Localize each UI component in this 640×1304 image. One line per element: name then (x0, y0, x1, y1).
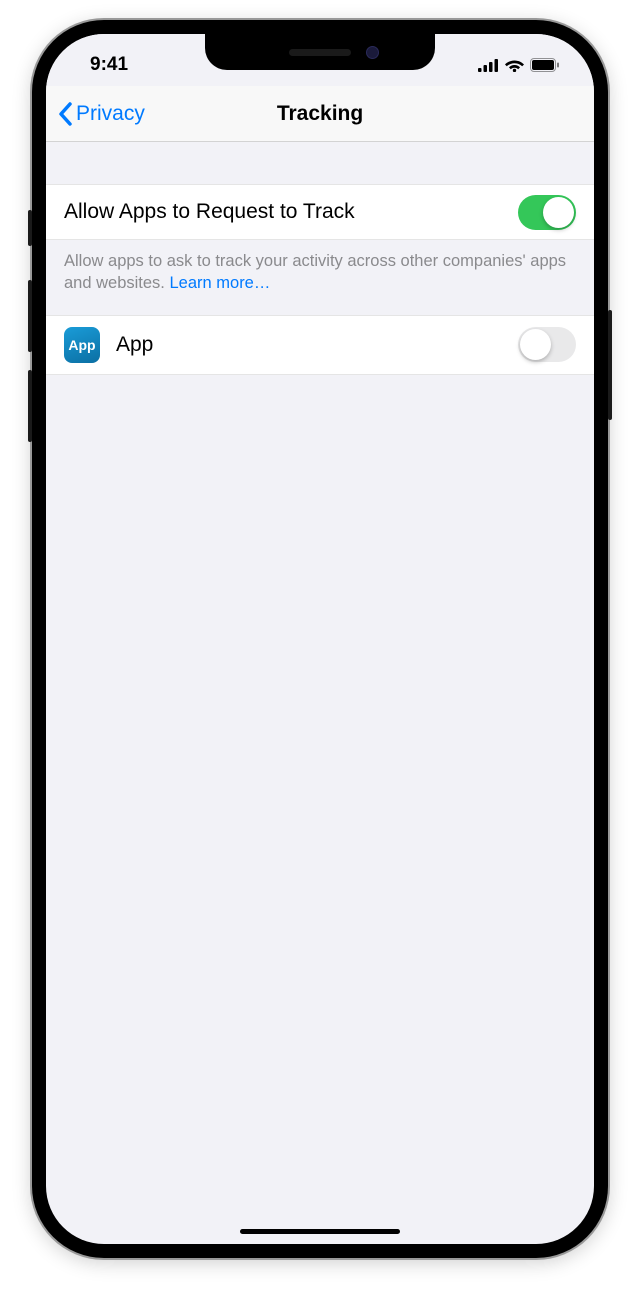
app-icon: App (64, 327, 100, 363)
phone-screen: 9:41 (46, 34, 594, 1244)
chevron-left-icon (58, 102, 72, 126)
phone-power-button (608, 310, 612, 420)
back-button[interactable]: Privacy (58, 102, 145, 126)
app-name-label: App (116, 333, 518, 357)
allow-tracking-row: Allow Apps to Request to Track (46, 184, 594, 240)
footer-description: Allow apps to ask to track your activity… (64, 252, 566, 292)
allow-tracking-footer: Allow apps to ask to track your activity… (46, 240, 594, 315)
phone-notch (205, 34, 435, 70)
app-tracking-row: App App (46, 315, 594, 375)
phone-volume-down (28, 370, 32, 442)
phone-speaker (289, 49, 351, 56)
allow-tracking-label: Allow Apps to Request to Track (64, 200, 518, 224)
settings-content: Allow Apps to Request to Track Allow app… (46, 142, 594, 375)
home-indicator[interactable] (240, 1229, 400, 1234)
app-tracking-toggle[interactable] (518, 327, 576, 362)
phone-device-frame: 9:41 (32, 20, 608, 1258)
battery-icon (530, 58, 560, 72)
app-icon-label: App (68, 337, 95, 353)
phone-volume-up (28, 280, 32, 352)
wifi-icon (505, 58, 524, 72)
phone-silent-switch (28, 210, 32, 246)
toggle-knob (543, 197, 574, 228)
phone-front-camera (366, 46, 379, 59)
section-spacer (46, 142, 594, 184)
page-title: Tracking (277, 102, 363, 126)
back-button-label: Privacy (76, 102, 145, 126)
navigation-bar: Privacy Tracking (46, 86, 594, 142)
status-indicators (478, 58, 560, 72)
cellular-signal-icon (478, 59, 499, 72)
allow-tracking-toggle[interactable] (518, 195, 576, 230)
learn-more-link[interactable]: Learn more… (169, 274, 270, 292)
toggle-knob (520, 329, 551, 360)
status-time: 9:41 (90, 54, 128, 76)
